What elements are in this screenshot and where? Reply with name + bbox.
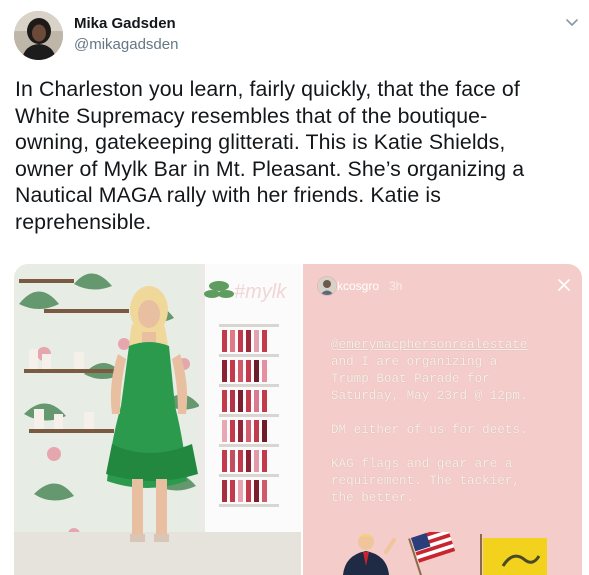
man-sticker — [343, 534, 396, 575]
story-stickers — [343, 532, 547, 575]
tweet-text-line: reprehensible. — [15, 209, 152, 234]
story-line: Trump Boat Parade for — [331, 372, 490, 386]
author-display-name[interactable]: Mika Gadsden — [74, 15, 176, 32]
media-story[interactable]: kcosgro 3h @emerymacphersonrealestate an… — [303, 264, 582, 575]
tweet-media[interactable]: #mylk kcosgro 3h @emerymacphersonrealest… — [14, 264, 582, 575]
story-spacer — [331, 405, 528, 422]
story-line: the better. — [331, 491, 415, 505]
story-line: Saturday, May 23rd @ 12pm. — [331, 389, 528, 403]
story-line: requirement. The tackier, — [331, 474, 520, 488]
story-line: KAG flags and gear are a — [331, 457, 513, 471]
tweet-text-line: In Charleston you learn, fairly quickly,… — [15, 77, 520, 101]
story-line: DM either of us for deets. — [331, 423, 528, 437]
gadsden-flag-sticker — [480, 534, 547, 575]
story-mention[interactable]: @emerymacphersonrealestate — [331, 337, 528, 354]
story-spacer — [331, 439, 528, 456]
tweet-text-line: owner of Mylk Bar in Mt. Pleasant. She’s… — [15, 156, 525, 181]
tweet-text-line: owning, gatekeeping glitterati. This is … — [15, 130, 506, 154]
shop-sign: #mylk — [234, 281, 287, 303]
tweet-text-line: White Supremacy resembles that of the bo… — [15, 103, 488, 128]
story-time: 3h — [389, 279, 403, 293]
american-flag-sticker — [408, 532, 456, 575]
story-username[interactable]: kcosgro — [337, 279, 379, 293]
story-line: and I are organizing a — [331, 355, 498, 369]
close-icon[interactable] — [555, 276, 573, 294]
avatar[interactable] — [14, 11, 63, 60]
story-text: @emerymacphersonrealestate and I are org… — [331, 337, 528, 507]
tweet-text: In Charleston you learn, fairly quickly,… — [15, 76, 580, 235]
story-avatar[interactable] — [317, 276, 337, 296]
chevron-down-icon[interactable] — [562, 12, 582, 32]
tweet-card: Mika Gadsden @mikagadsden In Charleston … — [0, 0, 589, 575]
author-handle[interactable]: @mikagadsden — [74, 36, 178, 53]
tweet-text-line: Nautical MAGA rally with her friends. Ka… — [15, 183, 441, 207]
media-photo[interactable]: #mylk — [14, 264, 301, 575]
